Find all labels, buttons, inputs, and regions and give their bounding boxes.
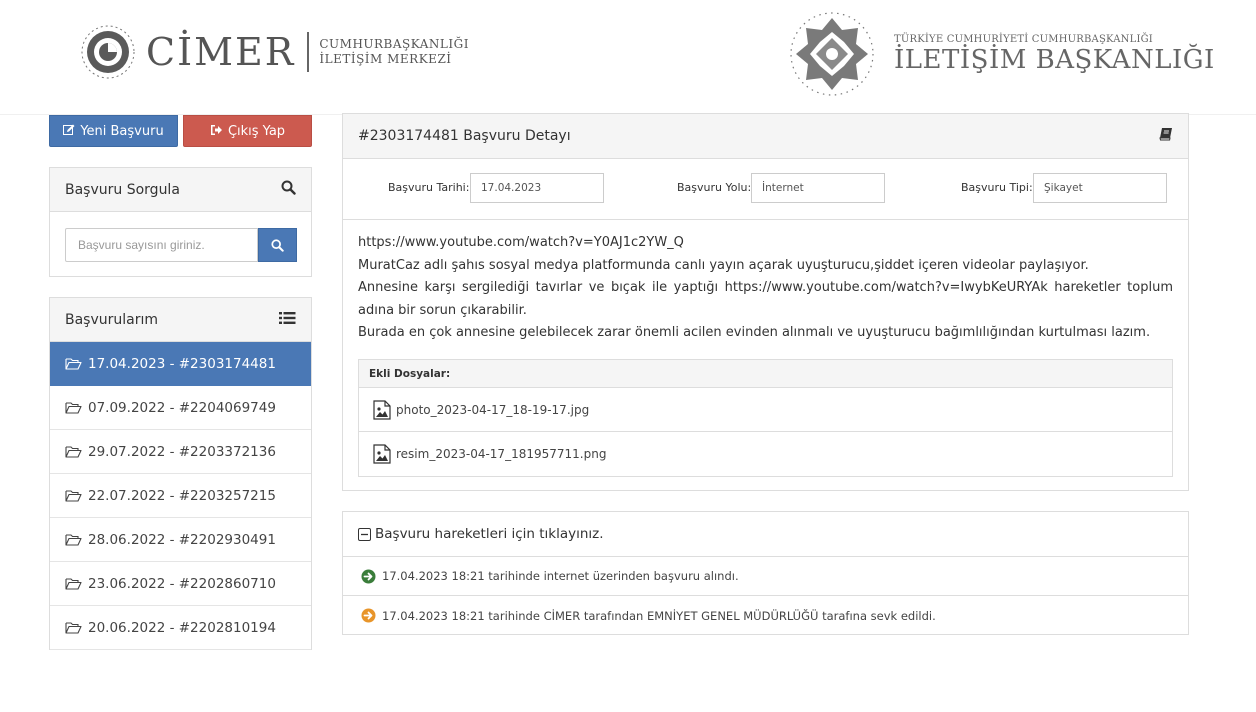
logo-divider <box>307 32 310 72</box>
type-field: Şikayet <box>1033 173 1167 203</box>
history-event-text: 17.04.2023 18:21 tarihinde internet üzer… <box>382 569 739 583</box>
arrow-circle-right-icon <box>361 608 376 623</box>
application-item-label: 22.07.2022 - #2203257215 <box>88 487 276 504</box>
applications-list: 17.04.2023 - #2303174481 07.09.2022 - #22… <box>50 342 311 650</box>
date-label: Başvuru Tarihi: <box>388 181 470 194</box>
body-line: MuratCaz adlı şahıs sosyal medya platfor… <box>358 257 1089 273</box>
ib-subtitle: TÜRKİYE CUMHURİYETİ CUMHURBAŞKANLIĞI <box>894 33 1153 45</box>
cimer-logo[interactable]: CİMER CUMHURBAŞKANLIĞI İLETİŞİM MERKEZİ <box>80 24 469 80</box>
history-title: Başvuru hareketleri için tıklayınız. <box>375 526 604 542</box>
query-panel-header: Başvuru Sorgula <box>50 168 311 212</box>
application-item-label: 23.06.2022 - #2202860710 <box>88 575 276 592</box>
search-icon <box>271 238 284 252</box>
application-item[interactable]: 28.06.2022 - #2202930491 <box>50 518 311 562</box>
history-events: 17.04.2023 18:21 tarihinde internet üzer… <box>343 557 1188 635</box>
attached-file-link[interactable]: photo_2023-04-17_18-19-17.jpg <box>359 388 1172 432</box>
image-file-icon <box>373 444 396 464</box>
body-line: https://www.youtube.com/watch?v=Y0AJ1c2Y… <box>358 235 684 250</box>
application-item-label: 29.07.2022 - #2203372136 <box>88 443 276 460</box>
image-file-icon <box>373 399 396 420</box>
presidency-seal-icon <box>790 12 874 96</box>
history-event: 17.04.2023 18:21 tarihinde internet üzer… <box>343 557 1188 596</box>
folder-open-icon <box>65 533 82 546</box>
folder-open-icon <box>65 489 82 502</box>
application-item-label: 17.04.2023 - #2303174481 <box>88 355 276 372</box>
application-item[interactable]: 23.06.2022 - #2202860710 <box>50 562 311 606</box>
application-item[interactable]: 20.06.2022 - #2202810194 <box>50 606 311 650</box>
folder-open-icon <box>65 577 82 590</box>
applications-panel-header: Başvurularım <box>50 298 311 342</box>
attached-file-name: resim_2023-04-17_181957711.png <box>396 447 607 461</box>
search-icon <box>281 180 296 199</box>
application-item-label: 20.06.2022 - #2202810194 <box>88 619 276 636</box>
history-event-text: 17.04.2023 18:21 tarihinde CİMER tarafın… <box>382 608 936 623</box>
application-number-input[interactable] <box>65 228 258 262</box>
collapse-icon <box>358 527 371 541</box>
new-application-button[interactable]: Yeni Başvuru <box>49 115 178 147</box>
attached-files-header: Ekli Dosyalar: <box>359 360 1172 388</box>
query-search-button[interactable] <box>258 228 297 262</box>
application-body-text: https://www.youtube.com/watch?v=Y0AJ1c2Y… <box>343 220 1188 345</box>
attached-file-link[interactable]: resim_2023-04-17_181957711.png <box>359 432 1172 476</box>
folder-open-icon <box>65 621 82 634</box>
date-field: 17.04.2023 <box>470 173 604 203</box>
attached-files-list: photo_2023-04-17_18-19-17.jpg resim_2023-… <box>359 388 1172 476</box>
history-event: 17.04.2023 18:21 tarihinde CİMER tarafın… <box>343 596 1188 635</box>
site-header: CİMER CUMHURBAŞKANLIĞI İLETİŞİM MERKEZİ … <box>0 0 1256 115</box>
cimer-wordmark: CİMER <box>146 30 296 74</box>
sign-out-icon <box>210 124 223 139</box>
query-search-row <box>65 228 297 262</box>
my-applications-panel: Başvurularım 17.04.2023 - #2303174481 07.… <box>49 297 312 650</box>
application-item[interactable]: 17.04.2023 - #2303174481 <box>50 342 311 386</box>
detail-panel-title: #2303174481 Başvuru Detayı <box>358 128 571 144</box>
application-item[interactable]: 22.07.2022 - #2203257215 <box>50 474 311 518</box>
book-icon[interactable] <box>1159 127 1173 145</box>
application-item[interactable]: 29.07.2022 - #2203372136 <box>50 430 311 474</box>
channel-field: İnternet <box>751 173 885 203</box>
new-application-label: Yeni Başvuru <box>80 123 164 139</box>
application-item-label: 28.06.2022 - #2202930491 <box>88 531 276 548</box>
type-label: Başvuru Tipi: <box>961 181 1033 194</box>
applications-panel-title: Başvurularım <box>65 311 159 328</box>
body-line: Burada en çok annesine gelebilecek zarar… <box>358 325 1151 340</box>
attached-file-name: photo_2023-04-17_18-19-17.jpg <box>396 402 590 417</box>
folder-open-icon <box>65 445 82 458</box>
body-line: Annesine karşı sergilediği tavırlar ve b… <box>358 280 1173 318</box>
cimer-subtitle: CUMHURBAŞKANLIĞI İLETİŞİM MERKEZİ <box>319 37 469 67</box>
application-meta-row: Başvuru Tarihi: 17.04.2023 Başvuru Yolu:… <box>343 159 1188 220</box>
arrow-circle-right-icon <box>361 569 376 584</box>
folder-open-icon <box>65 357 82 370</box>
application-item[interactable]: 07.09.2022 - #2204069749 <box>50 386 311 430</box>
logout-label: Çıkış Yap <box>227 123 286 139</box>
query-panel-title: Başvuru Sorgula <box>65 181 180 198</box>
application-detail-panel: #2303174481 Başvuru Detayı Başvuru Tarih… <box>342 113 1189 491</box>
application-history-panel: Başvuru hareketleri için tıklayınız. 17.… <box>342 511 1189 635</box>
logout-button[interactable]: Çıkış Yap <box>183 115 312 147</box>
ib-title: İLETİŞİM BAŞKANLIĞI <box>894 44 1215 75</box>
list-icon <box>279 311 296 329</box>
channel-label: Başvuru Yolu: <box>677 181 752 194</box>
iletisim-baskanligi-text: TÜRKİYE CUMHURİYETİ CUMHURBAŞKANLIĞI İLE… <box>894 34 1215 75</box>
iletisim-baskanligi-logo[interactable]: TÜRKİYE CUMHURİYETİ CUMHURBAŞKANLIĞI İLE… <box>788 10 1215 98</box>
detail-panel-header: #2303174481 Başvuru Detayı <box>343 114 1188 159</box>
cimer-subtitle-line1: CUMHURBAŞKANLIĞI <box>319 37 469 51</box>
application-item-label: 07.09.2022 - #2204069749 <box>88 399 276 416</box>
cimer-subtitle-line2: İLETİŞİM MERKEZİ <box>319 52 452 66</box>
attached-files: Ekli Dosyalar: photo_2023-04-17_18-19-17… <box>358 359 1173 477</box>
edit-icon <box>63 124 75 139</box>
application-query-panel: Başvuru Sorgula <box>49 167 312 277</box>
folder-open-icon <box>65 401 82 414</box>
history-toggle[interactable]: Başvuru hareketleri için tıklayınız. <box>343 512 1188 557</box>
cimer-seal-icon <box>81 25 135 79</box>
